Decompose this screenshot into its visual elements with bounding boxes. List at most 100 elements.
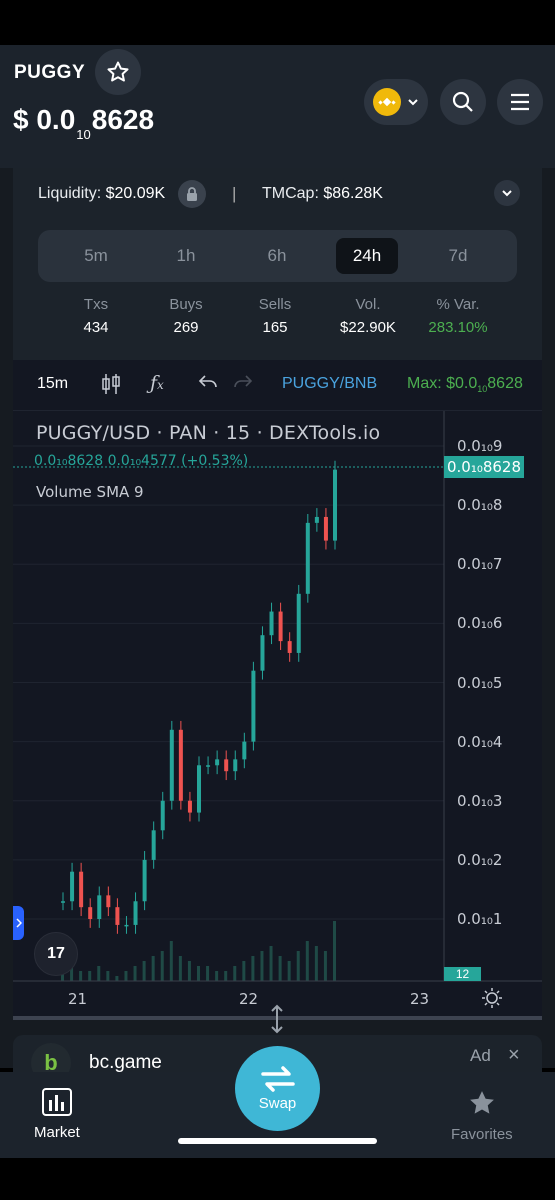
token-price: $ 0.0108628: [13, 104, 155, 142]
candle-body: [251, 670, 256, 742]
volume-bar: [160, 951, 164, 981]
candle-body: [106, 895, 111, 908]
candle-body: [160, 800, 165, 831]
volume-bar: [215, 971, 219, 981]
max-price: Max: $0.0108628: [407, 375, 523, 395]
volume-bar: [296, 951, 300, 981]
bottom-bezel: [0, 1158, 555, 1200]
candle-body: [215, 759, 220, 766]
candle-body: [70, 871, 75, 902]
candle-body: [187, 800, 192, 813]
candle-body: [178, 729, 183, 801]
y-axis-label: 0.0₁₀4: [457, 733, 503, 751]
menu-button[interactable]: [497, 79, 543, 125]
volume-bar: [169, 941, 173, 981]
volume-bar: [187, 961, 191, 981]
candle-body: [314, 516, 319, 523]
stat-volume: Vol. $22.90K: [340, 296, 396, 336]
y-axis-label: 0.0₁₀9: [457, 437, 503, 455]
candle-body: [97, 895, 102, 919]
candle-body: [169, 729, 174, 801]
candle-body: [323, 516, 328, 541]
y-axis-label: 0.0₁₀5: [457, 674, 503, 692]
star-icon: [469, 1091, 494, 1114]
chart-title: PUGGY/USD · PAN · 15 · DEXTools.io: [36, 422, 381, 444]
candle-body: [260, 635, 265, 671]
expand-stats-button[interactable]: [494, 180, 520, 206]
side-panel-toggle[interactable]: [13, 906, 24, 940]
candle-body: [115, 907, 120, 925]
nav-favorites-label: Favorites: [451, 1126, 513, 1143]
candle-body: [296, 593, 301, 653]
volume-bar: [242, 961, 246, 981]
candle-body: [133, 901, 138, 925]
liquidity-lock-button[interactable]: [178, 180, 206, 208]
tab-24h[interactable]: 24h: [336, 238, 398, 274]
tab-6h[interactable]: 6h: [246, 238, 308, 274]
volume-bar: [278, 956, 282, 981]
candle-body: [305, 522, 310, 594]
chevron-down-icon: [502, 190, 512, 197]
volume-bar: [224, 971, 228, 981]
swap-label: Swap: [258, 1095, 297, 1112]
volume-bar: [333, 921, 336, 981]
last-price-tag: 0.0₁₀8628: [444, 456, 524, 478]
redo-button[interactable]: [233, 372, 253, 397]
candle-body: [79, 871, 84, 908]
chevron-down-icon: [408, 99, 418, 106]
resize-handle[interactable]: [268, 1004, 286, 1039]
total-market-cap: TMCap: $86.28K: [262, 185, 383, 202]
lock-icon: [187, 187, 197, 201]
search-icon: [452, 91, 473, 112]
y-axis-label: 0.0₁₀1: [457, 910, 503, 928]
timeframe-tabs: 5m 1h 6h 24h 7d: [38, 230, 517, 282]
ad-close-button[interactable]: ×: [508, 1044, 520, 1067]
search-button[interactable]: [440, 79, 486, 125]
volume-bar: [142, 961, 146, 981]
chart-settings-button[interactable]: [481, 987, 503, 1014]
chain-selector-button[interactable]: [364, 79, 428, 125]
candle-body: [224, 759, 229, 772]
volume-bar: [151, 956, 155, 981]
pair-label[interactable]: PUGGY/BNB: [282, 375, 377, 393]
undo-button[interactable]: [198, 372, 218, 397]
volume-bar: [314, 946, 318, 981]
tab-7d[interactable]: 7d: [427, 238, 489, 274]
y-axis-label: 0.0₁₀3: [457, 792, 503, 810]
indicators-fx-icon[interactable]: ƒx: [150, 372, 164, 394]
bnb-chain-icon: [373, 88, 401, 116]
home-indicator: [178, 1138, 377, 1144]
ad-name[interactable]: bc.game: [89, 1052, 162, 1074]
volume-bar: [269, 946, 273, 981]
star-icon: [107, 61, 129, 82]
candle-body: [88, 907, 93, 919]
tradingview-logo[interactable]: 17: [34, 932, 78, 976]
tab-5m[interactable]: 5m: [65, 238, 127, 274]
volume-bar: [287, 961, 291, 981]
volume-bar: [178, 956, 182, 981]
candle-body: [151, 830, 156, 860]
volume-bar: [233, 966, 237, 981]
x-axis-label: 22: [239, 990, 259, 1008]
nav-market[interactable]: Market: [34, 1088, 80, 1141]
swap-button[interactable]: Swap: [235, 1046, 320, 1131]
candle-body: [242, 741, 247, 760]
stat-sells: Sells 165: [258, 296, 292, 336]
volume-bar: [197, 966, 200, 981]
candle-body: [61, 901, 65, 903]
bar-chart-icon: [41, 1088, 72, 1116]
interval-selector[interactable]: 15m: [37, 375, 68, 393]
swap-arrows-icon: [260, 1066, 295, 1092]
tab-1h[interactable]: 1h: [155, 238, 217, 274]
volume-indicator-label: Volume SMA 9: [36, 483, 144, 501]
x-axis-label: 23: [410, 990, 430, 1008]
nav-market-label: Market: [34, 1124, 80, 1141]
candle-body: [142, 859, 147, 902]
nav-favorites[interactable]: Favorites: [451, 1088, 513, 1143]
favorite-star-button[interactable]: [95, 49, 141, 95]
volume-bar: [97, 966, 101, 981]
candle-body: [278, 611, 283, 642]
stat-buys: Buys 269: [169, 296, 203, 336]
token-name: PUGGY: [14, 62, 86, 83]
candle-type-button[interactable]: [100, 372, 122, 401]
